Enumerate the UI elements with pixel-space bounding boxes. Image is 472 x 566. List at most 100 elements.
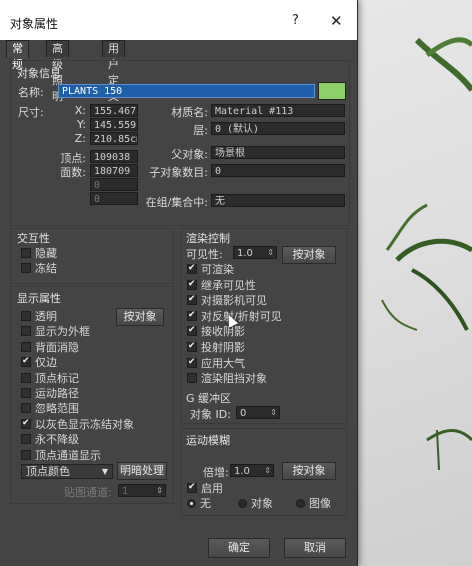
tab-general[interactable]: 常规 xyxy=(6,40,29,71)
title-bar: 对象属性 ? ✕ xyxy=(0,0,357,40)
size-label: 尺寸: xyxy=(18,106,44,119)
radio-object-label: 对象 xyxy=(251,497,273,510)
render-checkbox-label: 对摄影机可见 xyxy=(201,294,267,308)
render-checkbox-6[interactable]: 应用大气 xyxy=(187,356,245,370)
enable-motion-blur-checkbox[interactable]: 启用 xyxy=(187,481,223,495)
display-checkbox-label: 透明 xyxy=(35,310,57,323)
display-checkbox-label: 以灰色显示冻结对象 xyxy=(35,417,134,431)
checkbox-box xyxy=(21,311,31,321)
display-checkbox-9[interactable]: 顶点通道显示 xyxy=(21,449,101,462)
render-control-title: 渲染控制 xyxy=(186,232,230,245)
visibility-value: 1.0 xyxy=(237,248,253,259)
multiplier-spinner[interactable]: 1.0 ⇕ xyxy=(230,464,274,477)
close-icon[interactable]: ✕ xyxy=(330,12,343,30)
map-channel-spinner[interactable]: 1 ⇕ xyxy=(118,484,166,497)
render-checkbox-1[interactable]: 继承可见性 xyxy=(187,278,256,292)
render-checkbox-5[interactable]: 投射阴影 xyxy=(187,340,245,354)
checkbox-box xyxy=(21,434,31,445)
display-checkbox-label: 顶点通道显示 xyxy=(35,448,101,462)
freeze-label: 冻结 xyxy=(35,262,57,275)
material-value: Material #113 xyxy=(211,104,345,117)
checkbox-box xyxy=(21,388,31,398)
size-x-value: 155.467cm xyxy=(90,104,138,117)
render-checkbox-0[interactable]: 可渲染 xyxy=(187,262,234,276)
object-id-label: 对象 ID: xyxy=(190,408,231,421)
plant-decoration xyxy=(381,37,472,471)
material-label: 材质名: xyxy=(171,106,208,119)
y-label: Y: xyxy=(77,118,86,131)
render-checkbox-label: 渲染阻挡对象 xyxy=(201,372,267,386)
checkbox-box xyxy=(187,340,197,353)
render-checkbox-label: 投射阴影 xyxy=(201,341,245,354)
vertex-color-dropdown[interactable]: 顶点颜色 ▼ xyxy=(21,464,113,479)
freeze-checkbox[interactable]: 冻结 xyxy=(21,262,57,275)
display-checkbox-0[interactable]: 透明 xyxy=(21,310,57,323)
hide-checkbox[interactable]: 隐藏 xyxy=(21,247,57,260)
shaded-button[interactable]: 明暗处理 xyxy=(117,462,167,480)
checkbox-box xyxy=(187,293,197,306)
display-checkbox-label: 忽略范围 xyxy=(35,402,79,416)
x-label: X: xyxy=(74,104,86,117)
name-input[interactable]: PLANTS 150 xyxy=(58,84,315,98)
display-checkbox-2[interactable]: 背面消隐 xyxy=(21,341,79,354)
vertex-color-value: 顶点颜色 xyxy=(26,465,70,478)
display-checkbox-label: 顶点标记 xyxy=(35,371,79,385)
size-y-value: 145.559cm xyxy=(90,118,138,131)
display-checkbox-4[interactable]: 顶点标记 xyxy=(21,372,79,385)
display-checkbox-1[interactable]: 显示为外框 xyxy=(21,325,90,338)
radio-image-label: 图像 xyxy=(309,497,331,510)
checkbox-box xyxy=(21,355,31,368)
z-label: Z: xyxy=(74,132,86,145)
motion-blur-title: 运动模糊 xyxy=(186,434,230,447)
layer-value: 0 (默认) xyxy=(211,122,345,135)
multiplier-label: 倍增: xyxy=(203,466,229,479)
faces-value: 180709 xyxy=(90,164,138,177)
motion-blur-by-object-button[interactable]: 按对象 xyxy=(282,462,336,480)
checkbox-box xyxy=(21,372,31,383)
cancel-button[interactable]: 取消 xyxy=(284,538,346,558)
visibility-label: 可见性: xyxy=(186,248,223,261)
display-checkbox-8[interactable]: 永不降级 xyxy=(21,433,79,446)
radio-none-label: 无 xyxy=(200,497,211,510)
render-checkbox-label: 接收阴影 xyxy=(201,325,245,339)
radio-none[interactable]: 无 xyxy=(187,497,211,510)
spinner-arrows-icon: ⇕ xyxy=(156,486,163,495)
render-checkbox-7[interactable]: 渲染阻挡对象 xyxy=(187,372,267,385)
tab-user-defined[interactable]: 用户定义 xyxy=(102,40,125,103)
display-checkbox-6[interactable]: 忽略范围 xyxy=(21,402,79,415)
display-checkbox-label: 运动路径 xyxy=(35,387,79,400)
display-checkbox-7[interactable]: 以灰色显示冻结对象 xyxy=(21,417,134,431)
object-id-value: 0 xyxy=(240,408,247,419)
display-checkbox-label: 背面消隐 xyxy=(35,340,79,354)
faces-label: 面数: xyxy=(60,166,86,179)
checkbox-box xyxy=(21,326,31,337)
visibility-spinner[interactable]: 1.0 ⇕ xyxy=(233,246,277,259)
display-by-object-button[interactable]: 按对象 xyxy=(116,308,164,326)
render-checkbox-4[interactable]: 接收阴影 xyxy=(187,324,245,339)
render-by-object-button[interactable]: 按对象 xyxy=(282,246,336,264)
hide-label: 隐藏 xyxy=(35,247,57,260)
map-channel-label: 贴图通道: xyxy=(64,486,112,499)
checkbox-box xyxy=(187,356,197,369)
enable-label: 启用 xyxy=(201,482,223,495)
group-value: 无 xyxy=(211,194,345,207)
checkbox-box xyxy=(21,417,31,430)
display-checkbox-3[interactable]: 仅边 xyxy=(21,355,57,370)
help-icon[interactable]: ? xyxy=(292,13,299,28)
radio-object[interactable]: 对象 xyxy=(238,497,273,510)
size-z-value: 210.85cm xyxy=(90,132,138,145)
object-color-swatch[interactable] xyxy=(318,82,346,100)
multiplier-value: 1.0 xyxy=(234,466,250,477)
spinner-arrows-icon: ⇕ xyxy=(270,408,277,417)
display-checkbox-label: 仅边 xyxy=(35,356,57,370)
render-checkbox-2[interactable]: 对摄影机可见 xyxy=(187,293,267,308)
ok-button[interactable]: 确定 xyxy=(208,538,270,558)
tab-advanced-lighting[interactable]: 高级照明 xyxy=(46,40,69,103)
render-checkbox-label: 可渲染 xyxy=(201,263,234,276)
object-id-spinner[interactable]: 0 ⇕ xyxy=(236,406,280,419)
dialog-title: 对象属性 xyxy=(10,17,59,31)
radio-image[interactable]: 图像 xyxy=(296,497,331,510)
name-label: 名称: xyxy=(18,86,44,99)
gbuffer-title: G 缓冲区 xyxy=(186,392,232,405)
display-checkbox-5[interactable]: 运动路径 xyxy=(21,387,79,400)
